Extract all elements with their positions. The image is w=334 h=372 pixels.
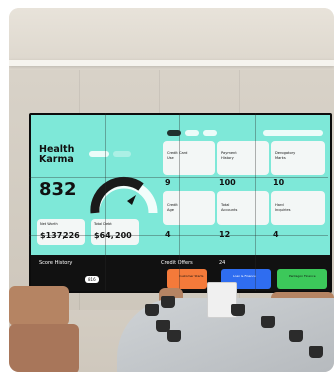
screen-dashboard: Health Karma 832 Net Worth $137, 226 Tot… <box>31 115 330 255</box>
mug <box>261 316 275 328</box>
factor-value: 100 <box>219 178 236 187</box>
offer-name: Pentagon Finance <box>289 274 316 278</box>
chair <box>9 286 69 326</box>
score-gauge <box>90 176 158 214</box>
offer-name: Customer Starts <box>179 274 204 278</box>
display-screen: Health Karma 832 Net Worth $137, 226 Tot… <box>29 113 332 293</box>
factor-label-1: Payment <box>221 151 237 155</box>
bezel-seam <box>105 113 106 291</box>
factor-label-1: Credit <box>167 203 178 207</box>
bezel-seam <box>179 113 180 291</box>
factor-card: Payment History <box>217 141 269 175</box>
net-worth-card: Net Worth $137, 226 <box>37 219 85 245</box>
offer-card-orange: Customer Starts <box>167 269 207 289</box>
factor-label-1: Credit Card <box>167 151 188 155</box>
mug <box>231 304 245 316</box>
mug <box>145 304 159 316</box>
credit-score: 832 <box>39 179 77 200</box>
screen-tab-pill <box>185 130 199 136</box>
screen-icon-row <box>263 130 323 136</box>
brand-line-2: Karma <box>39 154 74 165</box>
factor-label-2: Use <box>167 156 174 160</box>
factor-label-2: Age <box>167 208 174 212</box>
factor-label-2: Accounts <box>221 208 238 212</box>
net-worth-label: Net Worth <box>40 222 58 226</box>
factor-label-1: Derogatory <box>275 151 296 155</box>
factor-card: Total Accounts <box>217 191 269 225</box>
factor-label-2: Marks <box>275 156 286 160</box>
screen-toggle <box>89 151 109 157</box>
ceiling-light-strip <box>9 60 334 66</box>
score-history-label: Score History <box>39 260 73 266</box>
chair <box>9 324 79 372</box>
factor-card: Hard Inquiries <box>271 191 325 225</box>
factor-value: 9 <box>165 178 171 187</box>
bezel-seam <box>255 113 256 291</box>
screen-tab-pill <box>203 130 217 136</box>
mug <box>161 296 175 308</box>
total-debt-label: Total Debt <box>94 222 112 226</box>
factor-card: Derogatory Marks <box>271 141 325 175</box>
factor-value: 10 <box>273 178 285 187</box>
bezel-seam <box>29 177 328 178</box>
mug <box>167 330 181 342</box>
factor-label-2: Inquiries <box>275 208 291 212</box>
mug <box>289 330 303 342</box>
factor-card: Credit Card Use <box>163 141 215 175</box>
score-history-badge: 816 <box>85 276 99 283</box>
credit-offers-label: Credit Offers <box>161 260 193 266</box>
total-debt-card: Total Debt $64, 200 <box>91 219 139 245</box>
bezel-seam <box>29 235 328 236</box>
factor-card: Credit Age <box>163 191 215 225</box>
factor-label-1: Hard <box>275 203 284 207</box>
photo-frame: Health Karma 832 Net Worth $137, 226 Tot… <box>9 8 334 372</box>
mug <box>309 346 323 358</box>
offer-card-green: Pentagon Finance <box>277 269 327 289</box>
screen-bottom-strip: Score History 816 Credit Offers 24 Custo… <box>31 255 330 291</box>
factor-label-1: Total <box>221 203 230 207</box>
factor-label-2: History <box>221 156 234 160</box>
offer-name: Loan & Finance <box>233 274 256 278</box>
screen-toggle <box>113 151 131 157</box>
credit-offers-count: 24 <box>219 260 226 266</box>
